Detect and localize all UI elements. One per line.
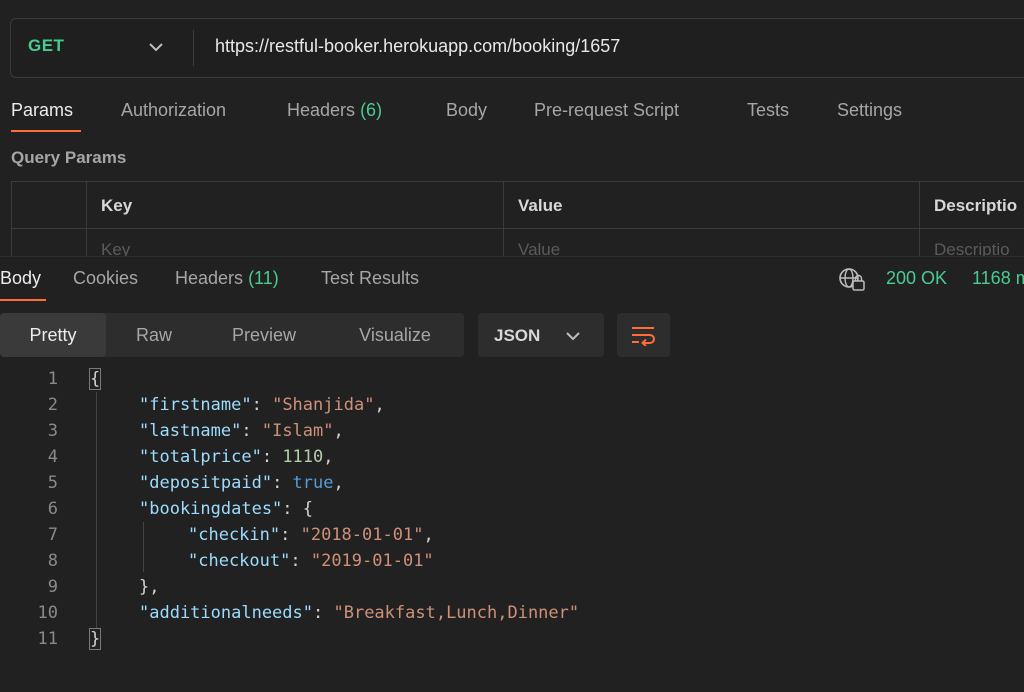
panel-divider[interactable] [0,256,1024,257]
code-line: "totalprice": 1110, [139,447,334,467]
method-select[interactable]: GET [28,36,64,56]
table-divider [86,181,87,261]
indent-guide [96,392,97,628]
tab-tests[interactable]: Tests [747,100,789,121]
url-input[interactable]: https://restful-booker.herokuapp.com/boo… [215,36,620,57]
view-preview-button[interactable]: Preview [202,313,326,357]
response-headers-count: (11) [248,268,279,288]
code-line: "lastname": "Islam", [139,421,344,441]
line-number: 1 [47,369,58,389]
line-number: 10 [37,603,58,623]
line-number: 9 [47,577,58,597]
response-tab-body[interactable]: Body [0,268,41,289]
column-header-value: Value [518,196,563,215]
view-pretty-button[interactable]: Pretty [0,313,106,357]
headers-count: (6) [360,100,383,120]
active-response-tab-indicator [0,299,46,301]
tab-body[interactable]: Body [446,100,487,121]
view-visualize-button[interactable]: Visualize [326,313,464,357]
table-divider [503,181,504,261]
query-params-title: Query Params [11,148,127,167]
line-number: 4 [47,447,58,467]
code-line: } [88,628,102,650]
response-tab-test-results[interactable]: Test Results [321,268,419,289]
tab-headers[interactable]: Headers (6) [287,100,382,121]
view-raw-button[interactable]: Raw [106,313,202,357]
chevron-down-icon[interactable] [565,330,581,342]
active-tab-indicator [11,130,81,132]
line-number: 3 [47,421,58,441]
response-tab-headers[interactable]: Headers (11) [175,268,279,289]
wrap-lines-icon [632,327,655,346]
indent-guide [143,522,144,572]
code-line: "firstname": "Shanjida", [139,395,385,415]
table-divider [919,181,920,261]
code-line: "bookingdates": { [139,499,314,519]
globe-lock-icon[interactable] [838,266,866,292]
status-code[interactable]: 200 OK [886,268,947,289]
url-divider [193,30,194,66]
line-number: 6 [47,499,58,519]
code-line: { [88,368,102,390]
tab-authorization[interactable]: Authorization [121,100,226,121]
code-line: "depositpaid": true, [139,473,344,493]
format-label: JSON [494,326,541,345]
code-line: "checkin": "2018-01-01", [188,525,434,545]
tab-settings[interactable]: Settings [837,100,902,121]
column-header-description: Descriptio [934,196,1018,215]
line-number: 7 [47,525,58,545]
tab-pre-request-script[interactable]: Pre-request Script [534,100,679,121]
chevron-down-icon[interactable] [148,41,164,53]
line-number: 8 [47,551,58,571]
code-line: "checkout": "2019-01-01" [188,551,434,571]
line-number: 2 [47,395,58,415]
response-tab-cookies[interactable]: Cookies [73,268,138,289]
tab-params[interactable]: Params [11,100,73,121]
code-line: "additionalneeds": "Breakfast,Lunch,Dinn… [139,603,580,623]
table-row-divider [11,228,1024,229]
response-time[interactable]: 1168 m [972,268,1024,289]
code-line: }, [139,577,160,597]
line-number: 5 [47,473,58,493]
line-number: 11 [37,629,58,649]
column-header-key: Key [101,196,133,215]
